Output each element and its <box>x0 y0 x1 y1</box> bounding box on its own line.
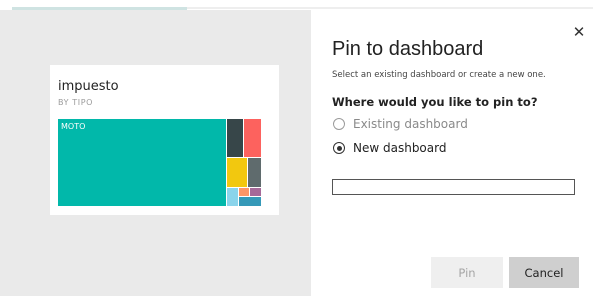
tile-title: impuesto <box>58 79 119 94</box>
treemap-cell <box>250 188 261 196</box>
tile-subtitle: BY TIPO <box>58 98 94 107</box>
treemap-cell-label: MOTO <box>61 122 86 131</box>
dialog-title: Pin to dashboard <box>332 38 484 60</box>
treemap-visual: MOTO <box>58 119 262 206</box>
progress-track <box>187 7 593 9</box>
pin-destination-question: Where would you like to pin to? <box>332 95 538 109</box>
treemap-cell <box>239 188 249 196</box>
treemap-cell <box>227 119 243 157</box>
treemap-cell <box>227 158 247 187</box>
tile-preview-pane: impuesto BY TIPO MOTO <box>0 10 311 296</box>
tile-preview: impuesto BY TIPO MOTO <box>50 65 279 215</box>
new-dashboard-radio[interactable] <box>333 142 345 154</box>
treemap-cell <box>244 119 261 157</box>
close-icon[interactable]: ✕ <box>571 24 587 40</box>
top-bar <box>0 0 593 10</box>
existing-dashboard-option[interactable]: Existing dashboard <box>333 117 468 131</box>
existing-dashboard-radio[interactable] <box>333 118 345 130</box>
treemap-cell: MOTO <box>58 119 226 206</box>
treemap-cell <box>248 158 261 187</box>
pin-to-dashboard-dialog: impuesto BY TIPO MOTO ✕ Pin to dashboard… <box>0 0 593 296</box>
dashboard-name-input[interactable] <box>332 179 575 195</box>
new-dashboard-option[interactable]: New dashboard <box>333 141 446 155</box>
treemap-cell <box>239 197 261 206</box>
existing-dashboard-label: Existing dashboard <box>353 117 468 131</box>
pin-button[interactable]: Pin <box>431 257 503 288</box>
dialog-help-text: Select an existing dashboard or create a… <box>332 70 546 80</box>
cancel-button[interactable]: Cancel <box>509 257 579 288</box>
pin-options-pane: ✕ Pin to dashboard Select an existing da… <box>311 10 593 296</box>
new-dashboard-label: New dashboard <box>353 141 447 155</box>
treemap-cell <box>227 188 238 206</box>
